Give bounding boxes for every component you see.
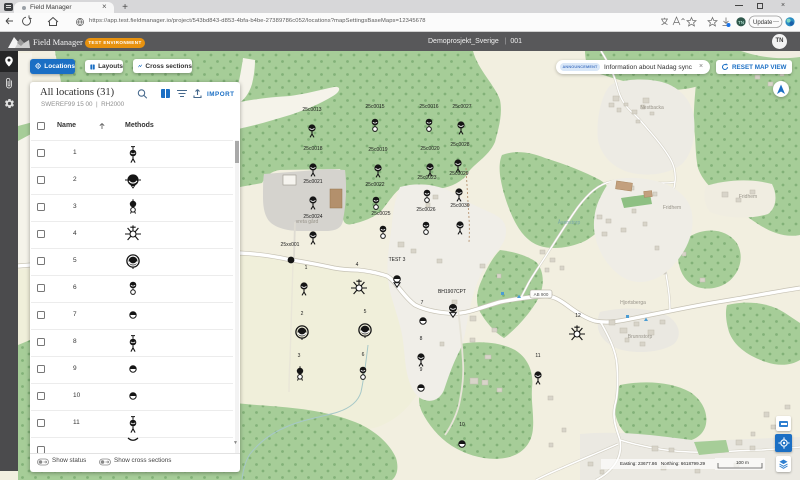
svg-text:3: 3 xyxy=(298,353,301,359)
svg-text:6: 6 xyxy=(362,352,365,358)
svg-text:2: 2 xyxy=(301,311,304,317)
svg-text:25c0021: 25c0021 xyxy=(303,179,322,185)
svg-text:25c0024: 25c0024 xyxy=(303,214,322,220)
svg-text:TEST 3: TEST 3 xyxy=(389,257,406,263)
svg-text:BH1907CPT: BH1907CPT xyxy=(438,289,466,295)
svg-text:5: 5 xyxy=(364,309,367,315)
svg-text:10: 10 xyxy=(459,422,465,428)
svg-text:25c0025: 25c0025 xyxy=(371,211,390,217)
svg-text:25c0018: 25c0018 xyxy=(303,146,322,152)
svg-text:25c0028: 25c0028 xyxy=(450,142,469,148)
svg-text:⋯: ⋯ xyxy=(773,20,779,26)
svg-text:25c0029: 25c0029 xyxy=(449,171,468,177)
svg-text:25c0026: 25c0026 xyxy=(416,207,435,213)
svg-text:25c0013: 25c0013 xyxy=(302,107,321,113)
svg-text:25xx001: 25xx001 xyxy=(281,242,300,248)
svg-text:1: 1 xyxy=(305,265,308,271)
svg-text:25c0022: 25c0022 xyxy=(365,182,384,188)
svg-text:11: 11 xyxy=(535,353,540,359)
svg-text:TN: TN xyxy=(738,20,744,25)
svg-text:25c0027: 25c0027 xyxy=(452,104,471,110)
svg-text:12: 12 xyxy=(575,313,581,319)
svg-text:4: 4 xyxy=(356,262,359,268)
svg-text:9: 9 xyxy=(420,367,423,373)
svg-text:25c0020: 25c0020 xyxy=(420,146,439,152)
svg-text:7: 7 xyxy=(421,300,424,306)
svg-text:25c0019: 25c0019 xyxy=(368,147,387,153)
svg-text:8: 8 xyxy=(420,336,423,342)
svg-text:25c0016: 25c0016 xyxy=(419,104,438,110)
svg-text:25c0015: 25c0015 xyxy=(365,104,384,110)
svg-text:Update: Update xyxy=(753,20,773,26)
svg-text:25c0023: 25c0023 xyxy=(417,175,436,181)
svg-text:25c0030: 25c0030 xyxy=(450,203,469,209)
